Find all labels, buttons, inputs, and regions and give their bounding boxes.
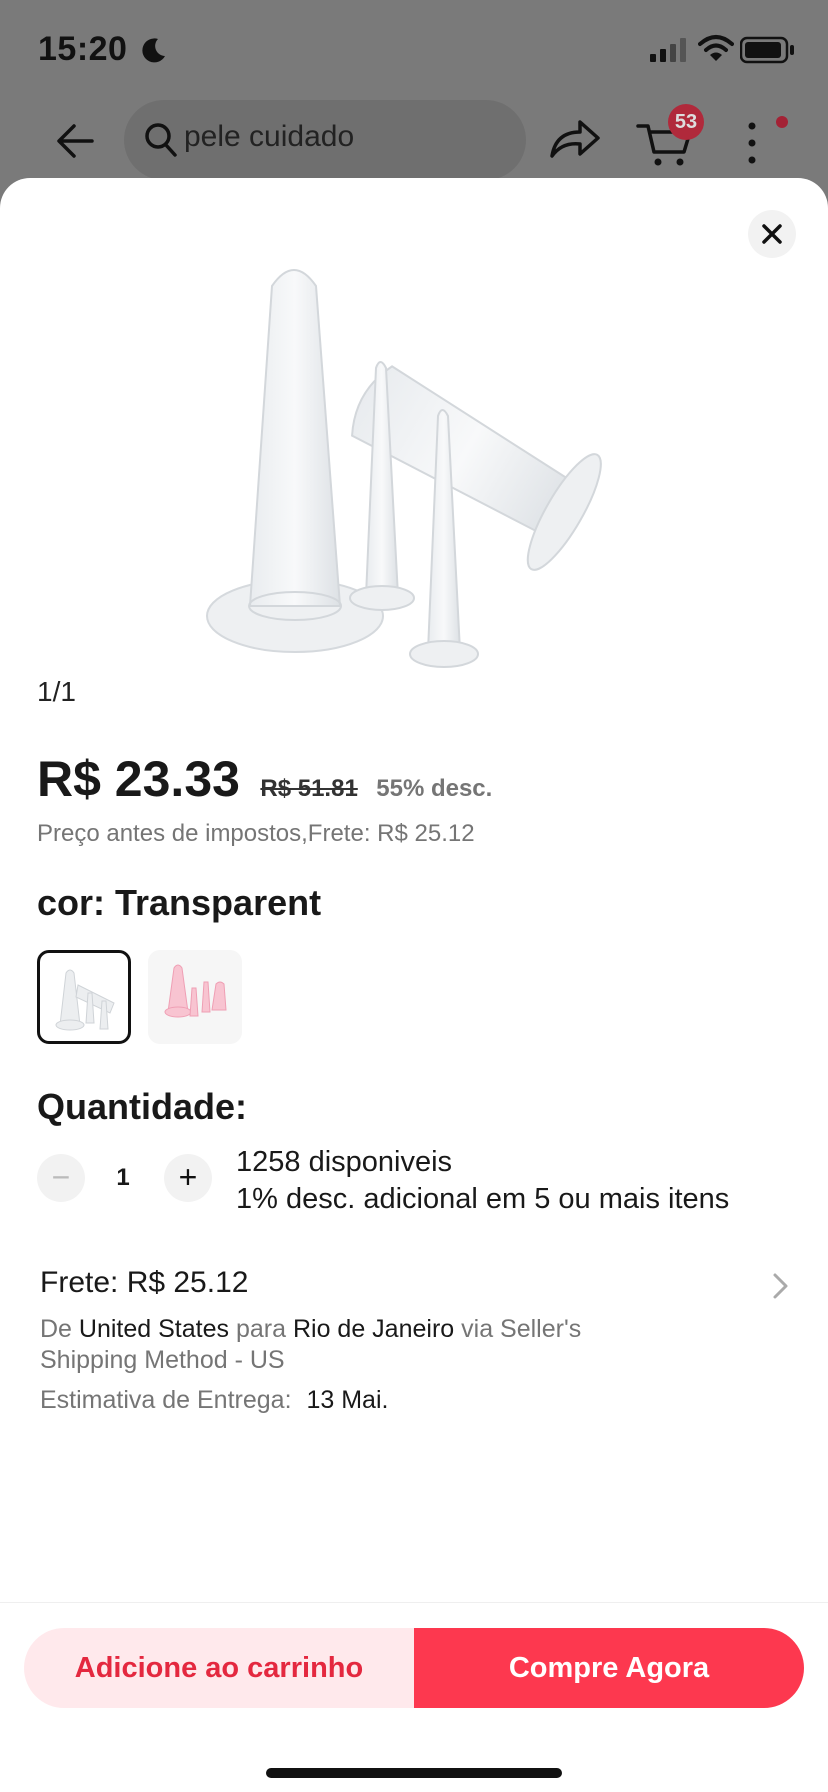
chevron-right-icon xyxy=(773,1273,788,1299)
signal-icon xyxy=(650,38,686,62)
swatch-thumbnail xyxy=(164,964,227,1018)
shipping-route: De United States para Rio de Janeiro via… xyxy=(40,1314,660,1376)
color-title: cor: Transparent xyxy=(37,882,322,923)
route-from-prefix: De xyxy=(40,1315,72,1343)
share-icon[interactable] xyxy=(548,116,602,162)
add-to-cart-button[interactable]: Adicione ao carrinho xyxy=(24,1628,414,1708)
top-bar: pele cuidado 53 xyxy=(0,100,828,180)
product-image[interactable] xyxy=(190,256,680,676)
close-icon xyxy=(762,224,782,244)
more-icon[interactable] xyxy=(744,118,760,168)
swatch-thumbnail xyxy=(55,969,115,1031)
cart-badge: 53 xyxy=(668,104,704,140)
footer-divider xyxy=(0,1602,828,1603)
notification-dot xyxy=(776,116,788,128)
quantity-title: Quantidade: xyxy=(37,1086,248,1127)
tax-shipping-note: Preço antes de impostos,Frete: R$ 25.12 xyxy=(37,820,475,847)
quantity-increase-button[interactable]: + xyxy=(164,1154,212,1202)
close-button[interactable] xyxy=(748,210,796,258)
quantity-value[interactable]: 1 xyxy=(108,1164,138,1192)
price-row: R$ 23.33 R$ 51.81 55% desc. xyxy=(37,750,492,810)
wifi-icon xyxy=(698,35,734,61)
shipping-title: Frete: R$ 25.12 xyxy=(40,1266,249,1299)
quantity-decrease-button[interactable]: − xyxy=(37,1154,85,1202)
eta-label: Estimativa de Entrega: xyxy=(40,1386,292,1414)
search-input[interactable]: pele cuidado xyxy=(124,100,526,180)
search-query: pele cuidado xyxy=(184,120,355,153)
delivery-estimate: Estimativa de Entrega: 13 Mai. xyxy=(40,1386,800,1415)
battery-icon xyxy=(740,36,794,64)
color-swatch-transparent[interactable] xyxy=(37,950,131,1044)
status-time: 15:20 xyxy=(38,30,128,68)
search-icon xyxy=(145,123,177,157)
sku-selector-sheet: 1/1 R$ 23.33 R$ 51.81 55% desc. Preço an… xyxy=(0,178,828,1792)
back-icon[interactable] xyxy=(52,118,98,164)
current-price: R$ 23.33 xyxy=(37,751,240,807)
eta-value: 13 Mai. xyxy=(306,1386,389,1414)
stock-info: 1258 disponiveis 1% desc. adicional em 5… xyxy=(236,1144,729,1218)
status-bar: 15:20 xyxy=(0,0,828,100)
image-counter: 1/1 xyxy=(37,676,76,707)
original-price: R$ 51.81 xyxy=(260,775,358,802)
shipping-section[interactable]: Frete: R$ 25.12 De United States para Ri… xyxy=(40,1266,800,1415)
route-to-prefix: para xyxy=(235,1315,287,1343)
discount-label: 55% desc. xyxy=(376,775,493,802)
buy-now-button[interactable]: Compre Agora xyxy=(414,1628,804,1708)
home-indicator xyxy=(266,1768,562,1778)
route-origin: United States xyxy=(78,1315,230,1343)
route-destination: Rio de Janeiro xyxy=(292,1315,455,1343)
available-count: 1258 disponiveis xyxy=(236,1146,453,1178)
bulk-discount-note: 1% desc. adicional em 5 ou mais itens xyxy=(236,1183,730,1215)
color-swatch-pink[interactable] xyxy=(148,950,242,1044)
moon-icon xyxy=(142,38,165,63)
